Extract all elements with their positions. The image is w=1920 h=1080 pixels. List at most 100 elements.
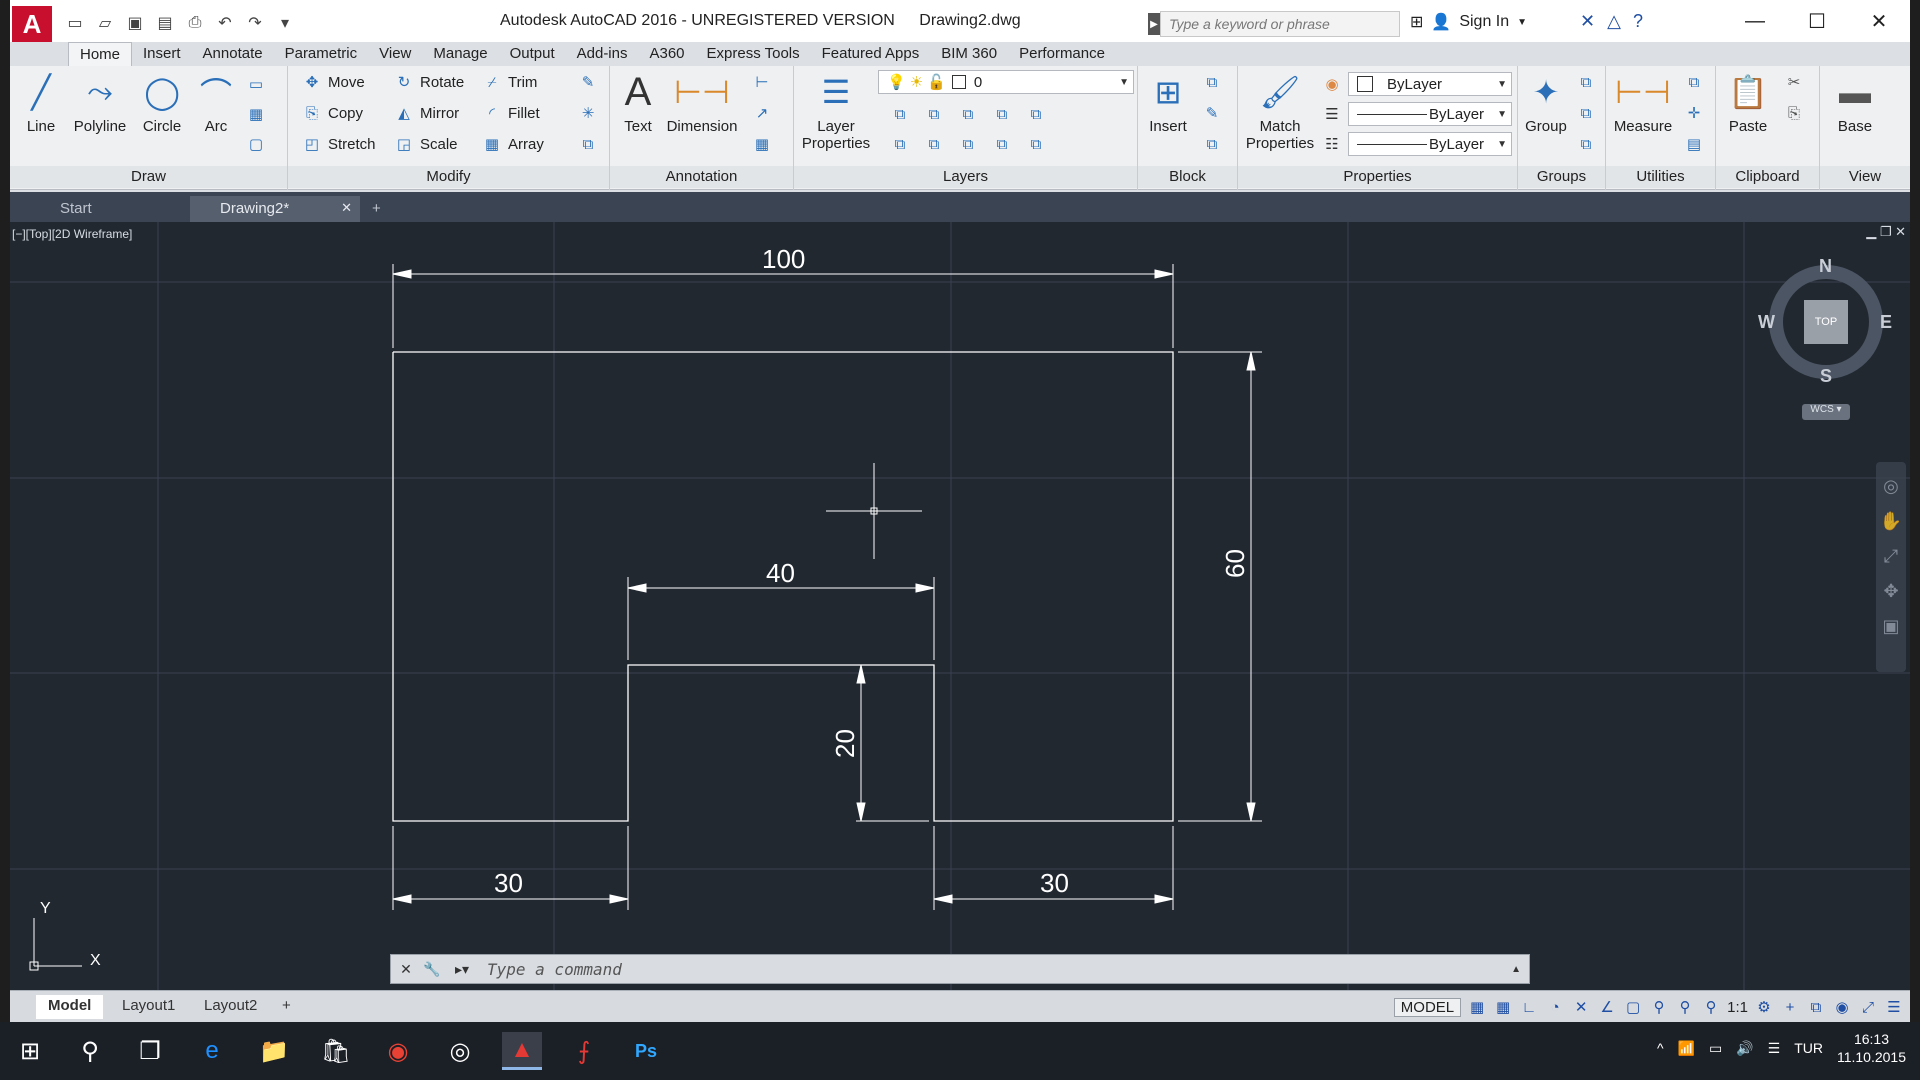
maximize-icon[interactable]: ☐ xyxy=(1786,0,1848,42)
file-explorer-icon[interactable]: 📁 xyxy=(254,1032,294,1070)
tab-performance[interactable]: Performance xyxy=(1008,42,1116,66)
model-space-button[interactable]: MODEL xyxy=(1393,997,1462,1017)
close-command-line-icon[interactable]: ✕ xyxy=(395,958,417,980)
binoculars-icon[interactable]: ⊞ xyxy=(1410,12,1423,32)
clock[interactable]: 16:13 11.10.2015 xyxy=(1837,1030,1906,1066)
groups-panel-title[interactable]: Groups xyxy=(1518,166,1605,188)
save-icon[interactable]: ▣ xyxy=(122,10,148,36)
tab-a360[interactable]: A360 xyxy=(638,42,695,66)
dim-text-right-segment[interactable]: 30 xyxy=(1040,868,1069,899)
help-icon[interactable]: ? xyxy=(1633,11,1643,32)
table-button[interactable]: ▦ xyxy=(752,134,772,154)
snap-icon[interactable]: ▦ xyxy=(1493,998,1513,1016)
ortho-icon[interactable]: ∟ xyxy=(1519,999,1539,1016)
search-icon[interactable]: ⚲ xyxy=(70,1032,110,1070)
measure-button[interactable]: ⊢⊣ Measure xyxy=(1610,70,1676,135)
rotate-button[interactable]: ↻ Rotate xyxy=(394,72,465,92)
layer-lock-icon[interactable]: ⧉ xyxy=(992,104,1012,124)
array-button[interactable]: ▦ Array xyxy=(482,134,544,154)
quick-properties-icon[interactable]: ◉ xyxy=(1832,998,1852,1016)
pan-icon[interactable]: ✋ xyxy=(1876,511,1906,532)
edit-block-button[interactable]: ✎ xyxy=(1202,103,1222,123)
tab-drawing2[interactable]: Drawing2* ✕ xyxy=(190,196,360,222)
group-button[interactable]: ✦ Group xyxy=(1522,70,1570,135)
wcs-menu[interactable]: WCS ▾ xyxy=(1802,404,1850,420)
color-wheel-button[interactable]: ◉ xyxy=(1322,74,1342,94)
block-attributes-button[interactable]: ⧉ xyxy=(1202,134,1222,154)
task-view-icon[interactable]: ❐ xyxy=(130,1032,170,1070)
id-point-button[interactable]: ✛ xyxy=(1684,103,1704,123)
customize-qat-icon[interactable]: ▾ xyxy=(272,10,298,36)
showmotion-icon[interactable]: ▣ xyxy=(1876,616,1906,637)
rectangle-button[interactable]: ▭ xyxy=(246,74,266,94)
print-icon[interactable]: ⎙ xyxy=(182,10,208,36)
leader-button[interactable]: ↗ xyxy=(752,103,772,123)
workspace-gear-icon[interactable]: ⚙ xyxy=(1754,998,1774,1016)
orbit-icon[interactable]: ✥ xyxy=(1876,581,1906,602)
ungroup-button[interactable]: ⧉ xyxy=(1576,72,1596,92)
mirror-button[interactable]: ◭ Mirror xyxy=(394,103,459,123)
clipboard-panel-title[interactable]: Clipboard xyxy=(1716,166,1819,188)
create-block-button[interactable]: ⧉ xyxy=(1202,72,1222,92)
calculator-button[interactable]: ▤ xyxy=(1684,134,1704,154)
annotation-visibility-icon[interactable]: ⚲ xyxy=(1649,998,1669,1016)
tray-expand-icon[interactable]: ^ xyxy=(1657,1040,1664,1056)
tab-insert[interactable]: Insert xyxy=(132,42,192,66)
search-input[interactable]: Type a keyword or phrase xyxy=(1160,11,1400,37)
insert-button[interactable]: ⊞ Insert xyxy=(1142,70,1194,135)
dimension-button[interactable]: ⊢⊣ Dimension xyxy=(662,70,742,135)
copy-clip-button[interactable]: ⎘ xyxy=(1784,103,1804,123)
properties-panel-title[interactable]: Properties xyxy=(1238,166,1517,188)
compass-east[interactable]: E xyxy=(1880,312,1892,333)
new-tab-icon[interactable]: + xyxy=(360,196,393,222)
tab-featured-apps[interactable]: Featured Apps xyxy=(811,42,931,66)
layer-unisolate-icon[interactable]: ⧉ xyxy=(890,134,910,154)
command-input[interactable]: Type a command xyxy=(487,960,622,979)
text-button[interactable]: A Text xyxy=(616,70,660,136)
object-snap-tracking-icon[interactable]: ∠ xyxy=(1597,998,1617,1016)
autocad-logo-icon[interactable]: A xyxy=(12,6,52,42)
tab-output[interactable]: Output xyxy=(499,42,566,66)
media-player-icon[interactable]: ◎ xyxy=(440,1032,480,1070)
dim-text-overall-width[interactable]: 100 xyxy=(762,244,805,275)
object-snap-icon[interactable]: ▢ xyxy=(1623,998,1643,1016)
linetype-dropdown[interactable]: ByLayer ▼ xyxy=(1348,102,1512,126)
hatch-button[interactable]: ▦ xyxy=(246,104,266,124)
dim-text-left-segment[interactable]: 30 xyxy=(494,868,523,899)
quick-select-button[interactable]: ⧉ xyxy=(1684,72,1704,92)
dim-text-notch-depth[interactable]: 20 xyxy=(830,729,861,758)
polar-tracking-icon[interactable]: ◔ xyxy=(1545,999,1565,1016)
viewcube[interactable]: TOP N S E W WCS ▾ xyxy=(1758,256,1892,420)
boundary-button[interactable]: ▢ xyxy=(246,134,266,154)
undo-icon[interactable]: ↶ xyxy=(212,10,238,36)
annotation-panel-title[interactable]: Annotation xyxy=(610,166,793,188)
copy-button[interactable]: ⎘ Copy xyxy=(302,103,363,123)
layer-thaw-icon[interactable]: ⧉ xyxy=(958,134,978,154)
notifications-icon[interactable]: ☰ xyxy=(1768,1040,1781,1057)
tab-manage[interactable]: Manage xyxy=(422,42,498,66)
layer-match-icon[interactable]: ⧉ xyxy=(1026,104,1046,124)
close-tab-icon[interactable]: ✕ xyxy=(341,200,352,216)
tab-bim-360[interactable]: BIM 360 xyxy=(930,42,1008,66)
layer-unlock-icon[interactable]: ⧉ xyxy=(992,134,1012,154)
dim-text-notch-width[interactable]: 40 xyxy=(766,558,795,589)
annotation-scale-icon[interactable]: ⚲ xyxy=(1701,998,1721,1016)
linetype-button[interactable]: ☷ xyxy=(1322,134,1342,154)
network-icon[interactable]: 📶 xyxy=(1678,1040,1695,1057)
search-expand-icon[interactable]: ▶ xyxy=(1148,13,1160,35)
customize-wrench-icon[interactable]: 🔧 xyxy=(421,958,443,980)
group-edit-button[interactable]: ⧉ xyxy=(1576,103,1596,123)
sign-in-button[interactable]: ⊞ 👤 Sign In ▼ xyxy=(1410,12,1527,32)
recent-commands-icon[interactable]: ▸▾ xyxy=(447,958,477,980)
volume-icon[interactable]: 🔊 xyxy=(1736,1040,1753,1057)
group-selection-button[interactable]: ⧉ xyxy=(1576,134,1596,154)
battery-icon[interactable]: ▭ xyxy=(1709,1040,1722,1057)
tab-layout1[interactable]: Layout1 xyxy=(110,995,187,1019)
zoom-extents-icon[interactable]: ⤢ xyxy=(1876,546,1906,567)
steering-wheel-icon[interactable]: ◎ xyxy=(1876,476,1906,497)
photoshop-icon[interactable]: Ps xyxy=(626,1032,666,1070)
trim-button[interactable]: ⌿ Trim xyxy=(482,72,537,92)
store-icon[interactable]: 🛍 xyxy=(316,1032,356,1070)
cut-button[interactable]: ✂ xyxy=(1784,72,1804,92)
erase-button[interactable]: ✎ xyxy=(578,72,598,92)
